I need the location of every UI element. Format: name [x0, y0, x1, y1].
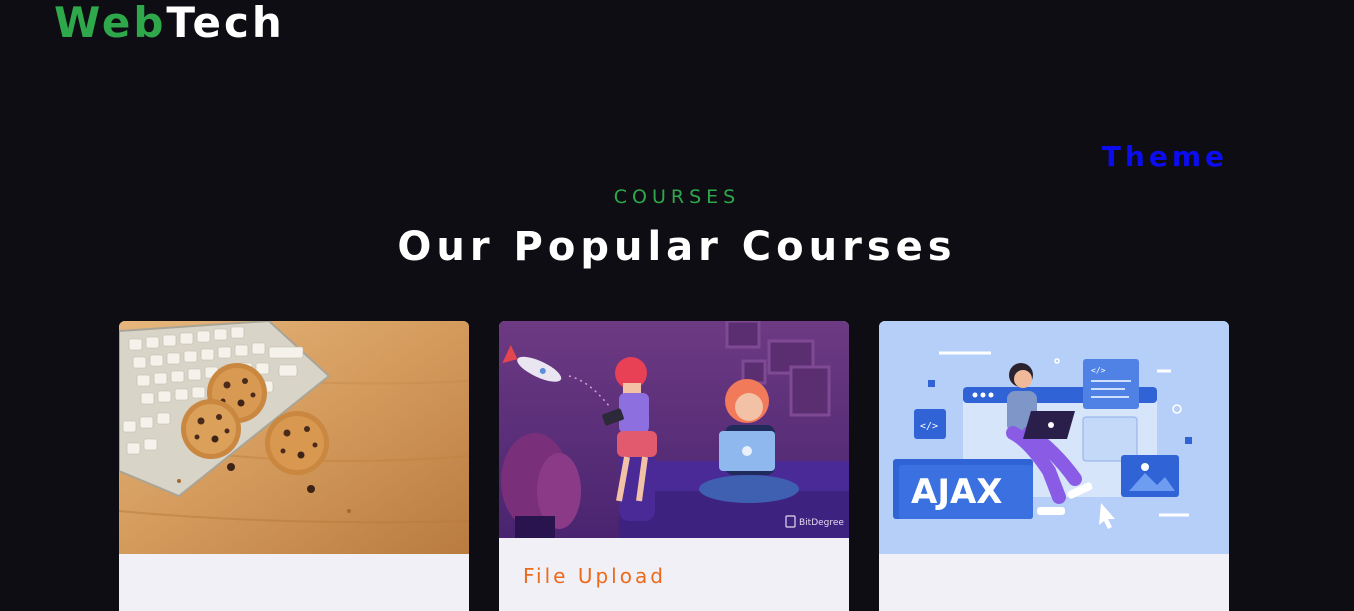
logo-tech-text: Tech	[166, 0, 285, 47]
svg-text:</>: </>	[920, 421, 938, 432]
logo-web-text: Web	[54, 0, 167, 47]
course-card[interactable]: </> </> AJAX	[879, 321, 1229, 611]
svg-text:</>: </>	[1091, 366, 1106, 375]
site-logo[interactable]: WebTech	[54, 0, 285, 48]
theme-toggle-button[interactable]: Theme	[1102, 140, 1228, 173]
course-title[interactable]	[119, 554, 469, 580]
course-image[interactable]	[119, 321, 469, 554]
course-title[interactable]	[879, 554, 1229, 580]
course-title[interactable]: File Upload	[499, 538, 849, 588]
course-image[interactable]: </> </> AJAX	[879, 321, 1229, 554]
image-ajax-label: AJAX	[911, 472, 1003, 512]
course-image[interactable]: BitDegree	[499, 321, 849, 538]
image-watermark: BitDegree	[799, 518, 844, 528]
course-card[interactable]	[119, 321, 469, 611]
section-tag: COURSES	[613, 186, 741, 208]
course-card[interactable]: BitDegree File Upload	[499, 321, 849, 611]
section-heading: Our Popular Courses	[397, 224, 957, 270]
